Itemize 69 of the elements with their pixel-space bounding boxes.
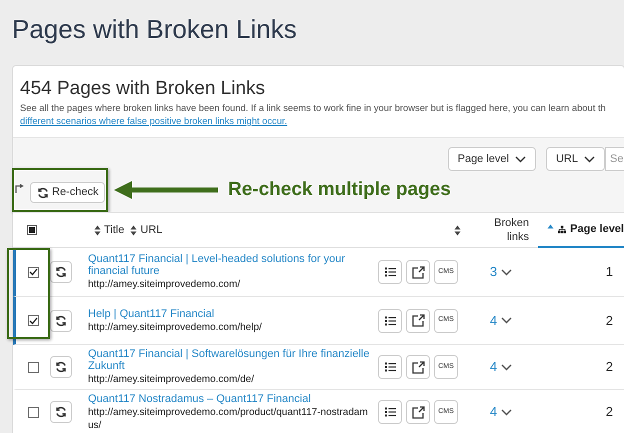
list-icon bbox=[384, 362, 396, 372]
sort-icon[interactable] bbox=[94, 224, 101, 236]
sort-icon[interactable] bbox=[454, 224, 461, 236]
broken-links-dropdown[interactable]: 3 bbox=[490, 262, 512, 282]
page-level-value: 2 bbox=[606, 312, 613, 330]
page-title-link[interactable]: Help | Quant117 Financial bbox=[88, 308, 372, 320]
details-button[interactable] bbox=[378, 308, 402, 332]
sort-icon[interactable] bbox=[130, 224, 138, 236]
refresh-icon bbox=[55, 314, 67, 326]
caret-icon bbox=[501, 408, 512, 416]
open-page-button[interactable] bbox=[406, 355, 430, 379]
column-header[interactable]: URL bbox=[140, 222, 162, 238]
open-page-button[interactable] bbox=[406, 260, 430, 284]
page-title-link[interactable]: Quant117 Financial | Softwarelösungen für Ihre finanzielle Zukunft bbox=[88, 348, 372, 372]
card-heading: 454 Pages with Broken Links bbox=[20, 77, 266, 101]
page-url: http://amey.siteimprovedemo.com/de/ bbox=[88, 373, 255, 386]
caret-icon bbox=[501, 364, 512, 370]
list-icon bbox=[384, 316, 396, 326]
filter-dropdown[interactable]: Page level bbox=[448, 147, 536, 171]
refresh-icon bbox=[37, 186, 49, 198]
refresh-icon bbox=[55, 361, 67, 373]
details-button[interactable] bbox=[378, 260, 402, 284]
search-field[interactable]: Se bbox=[605, 147, 624, 171]
row-checkbox[interactable] bbox=[28, 406, 38, 418]
row-checkbox[interactable] bbox=[28, 362, 38, 372]
callout-text: Re-check multiple pages bbox=[228, 178, 451, 202]
hierarchy-icon bbox=[558, 224, 566, 234]
false-positives-link[interactable]: different scenarios where false positive broken links might occur. bbox=[20, 114, 288, 127]
broken-links-dropdown[interactable]: 4 bbox=[490, 310, 512, 330]
page-url: http://amey.siteimprovedemo.com/product/quant117-nostradamus/ bbox=[88, 406, 369, 432]
column-header[interactable]: Title bbox=[104, 222, 124, 238]
refresh-icon bbox=[55, 406, 67, 418]
caret-icon bbox=[501, 268, 512, 276]
open-page-button[interactable] bbox=[406, 308, 430, 332]
caret-icon bbox=[584, 156, 595, 162]
description-text: See all the pages where broken links have been found. If a link seems to work fine in your browser but is flagged here, you can learn about th bbox=[20, 101, 606, 114]
external-link-icon bbox=[412, 406, 424, 418]
refresh-icon bbox=[55, 266, 67, 278]
external-link-icon bbox=[412, 266, 424, 278]
row-checkbox[interactable] bbox=[28, 315, 38, 326]
row-checkbox[interactable] bbox=[28, 266, 38, 278]
page-level-value: 2 bbox=[606, 403, 613, 422]
page-url: http://amey.siteimprovedemo.com/ bbox=[88, 278, 242, 291]
recheck-row-button[interactable] bbox=[50, 356, 72, 378]
list-icon bbox=[384, 407, 396, 417]
external-link-icon bbox=[412, 314, 424, 327]
broken-links-dropdown[interactable]: 4 bbox=[490, 357, 512, 377]
filter-dropdown[interactable]: URL bbox=[546, 147, 605, 171]
recheck-row-button[interactable] bbox=[50, 261, 72, 283]
open-page-button[interactable] bbox=[406, 400, 430, 424]
list-icon bbox=[384, 267, 396, 277]
page-title-link[interactable]: Quant117 Financial | Level-headed solutions for your financial future bbox=[88, 253, 372, 277]
corner-arrow-icon bbox=[15, 184, 24, 193]
page-level-value: 1 bbox=[606, 263, 613, 282]
page-url: http://amey.siteimprovedemo.com/help/ bbox=[88, 320, 263, 334]
caret-icon bbox=[514, 156, 526, 162]
recheck-row-button[interactable] bbox=[50, 401, 72, 423]
details-button[interactable] bbox=[378, 400, 402, 424]
column-header[interactable]: Broken links bbox=[489, 216, 529, 244]
page-level-value: 2 bbox=[606, 358, 613, 376]
page-title: Pages with Broken Links bbox=[12, 13, 297, 46]
caret-icon bbox=[501, 317, 512, 324]
details-button[interactable] bbox=[378, 355, 402, 379]
page-title-link[interactable]: Quant117 Nostradamus – Quant117 Financial bbox=[88, 392, 372, 404]
recheck-row-button[interactable] bbox=[50, 310, 72, 332]
recheck-button[interactable]: Re-check bbox=[30, 182, 106, 203]
broken-links-dropdown[interactable]: 4 bbox=[490, 402, 512, 422]
external-link-icon bbox=[412, 360, 424, 374]
select-all-checkbox[interactable] bbox=[26, 225, 36, 235]
